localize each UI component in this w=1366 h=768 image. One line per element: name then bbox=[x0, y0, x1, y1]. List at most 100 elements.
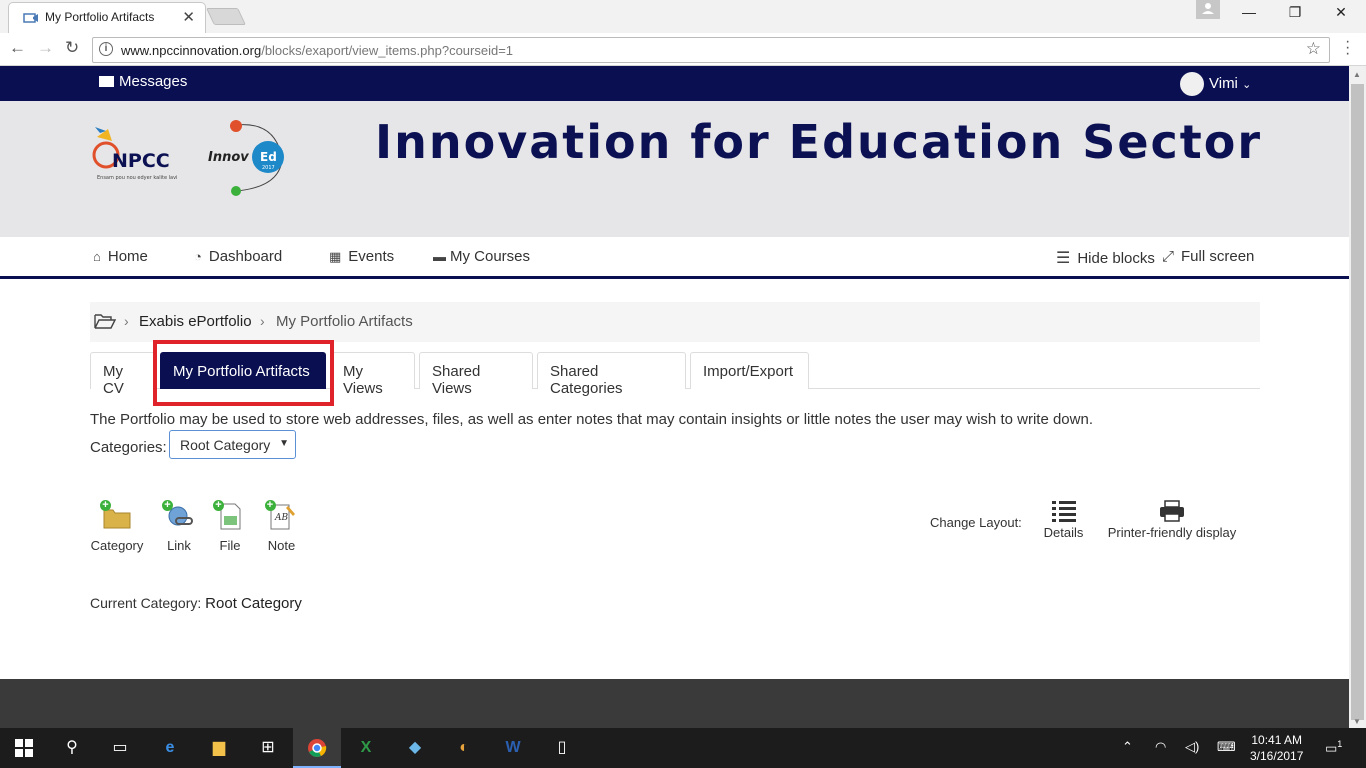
page-favicon-icon bbox=[23, 13, 38, 23]
svg-text:Ensam pou nou edyer kalite lav: Ensam pou nou edyer kalite lavi bbox=[97, 175, 177, 181]
close-window-button[interactable]: ✕ bbox=[1318, 4, 1364, 26]
add-category-button[interactable]: + Category bbox=[90, 500, 144, 554]
nav-home[interactable]: ⌂ Home bbox=[93, 248, 148, 265]
excel-icon[interactable]: X bbox=[342, 728, 390, 768]
system-clock[interactable]: 10:41 AM 3/16/2017 bbox=[1250, 732, 1303, 764]
add-file-button[interactable]: + File bbox=[213, 500, 246, 553]
site-banner: NPCC Ensam pou nou edyer kalite lavi Ed … bbox=[0, 101, 1349, 237]
add-file-icon: + bbox=[213, 500, 245, 530]
hide-blocks-button[interactable]: ☰ Hide blocks bbox=[1056, 248, 1155, 268]
paint-icon[interactable]: ◐ bbox=[440, 728, 488, 768]
breadcrumb-current: My Portfolio Artifacts bbox=[276, 313, 413, 330]
main-navigation: ⌂ Home ◔ Dashboard ▦ Events ▬ My Courses ☰ Hi… bbox=[0, 237, 1349, 279]
scrollbar-thumb[interactable] bbox=[1351, 84, 1364, 720]
browser-tab-strip: My Portfolio Artifacts ✕ — ❐ ✕ bbox=[0, 0, 1366, 33]
task-view-icon[interactable]: ▭ bbox=[96, 728, 144, 768]
browser-tab-title: My Portfolio Artifacts bbox=[45, 10, 155, 24]
breadcrumb: › Exabis ePortfolio › My Portfolio Artif… bbox=[90, 302, 1260, 342]
svg-text:NPCC: NPCC bbox=[112, 150, 170, 172]
windows-taskbar: ⚲ ▭ e ▆ ⊞ X ◆ ◐ W ▯ ⌃ ◠ ◁) ⌨ 10:41 AM 3/… bbox=[0, 728, 1366, 768]
scroll-up-arrow-icon[interactable]: ▲ bbox=[1353, 70, 1361, 79]
minimize-window-button[interactable]: — bbox=[1226, 4, 1272, 26]
scroll-down-arrow-icon[interactable]: ▼ bbox=[1353, 717, 1361, 726]
current-category: Current Category: Root Category bbox=[90, 595, 302, 612]
windows-start-icon[interactable] bbox=[0, 728, 48, 768]
current-category-value: Root Category bbox=[205, 595, 302, 612]
svg-text:AB: AB bbox=[274, 513, 288, 523]
breadcrumb-separator: › bbox=[124, 313, 129, 329]
address-bar[interactable]: i www.npccinnovation.org/blocks/exaport/… bbox=[92, 37, 1330, 63]
tab-import-export[interactable]: Import/Export bbox=[690, 352, 809, 389]
file-explorer-icon[interactable]: ▆ bbox=[195, 728, 243, 768]
forward-arrow-icon[interactable]: → bbox=[37, 38, 54, 58]
app-icon[interactable]: ◆ bbox=[391, 728, 439, 768]
calendar-icon: ▦ bbox=[329, 249, 342, 264]
add-link-button[interactable]: + Link bbox=[162, 500, 195, 553]
full-screen-button[interactable]: ⤢ Full screen bbox=[1162, 248, 1254, 265]
edge-browser-icon[interactable]: e bbox=[146, 728, 194, 768]
add-link-icon: + bbox=[162, 500, 194, 530]
add-note-button[interactable]: AB + Note bbox=[264, 500, 298, 553]
nav-events[interactable]: ▦ Events bbox=[329, 248, 394, 265]
volume-icon[interactable]: ◁) bbox=[1185, 739, 1199, 755]
new-tab-button[interactable] bbox=[206, 8, 246, 25]
tab-shared-views[interactable]: Shared Views bbox=[419, 352, 533, 397]
nav-dashboard[interactable]: ◔ Dashboard bbox=[194, 248, 282, 265]
browser-menu-icon[interactable]: · · · bbox=[1345, 34, 1350, 62]
portfolio-intro-text: The Portfolio may be used to store web a… bbox=[90, 411, 1093, 428]
add-folder-icon: + bbox=[100, 500, 132, 530]
page-scrollbar[interactable]: ▲ ▼ bbox=[1349, 66, 1366, 728]
tab-shared-categories[interactable]: Shared Categories bbox=[537, 352, 686, 397]
user-menu[interactable]: Vimi ⌄ bbox=[1180, 72, 1251, 96]
folder-open-icon[interactable] bbox=[94, 313, 116, 330]
categories-label: Categories: bbox=[90, 439, 167, 456]
word-icon[interactable]: W bbox=[489, 728, 537, 768]
search-icon[interactable]: ⚲ bbox=[48, 728, 96, 768]
tab-my-views[interactable]: My Views bbox=[330, 352, 415, 397]
url-text: www.npccinnovation.org/blocks/exaport/vi… bbox=[121, 43, 514, 58]
wifi-icon[interactable]: ◠ bbox=[1155, 739, 1166, 755]
npcc-logo[interactable]: NPCC Ensam pou nou edyer kalite lavi bbox=[92, 127, 187, 187]
breadcrumb-exabis-eportfolio[interactable]: Exabis ePortfolio bbox=[139, 313, 252, 330]
list-indent-icon: ☰ bbox=[1056, 250, 1071, 267]
notifications-icon[interactable]: ▭1 bbox=[1325, 739, 1342, 756]
site-top-bar: Messages Vimi ⌄ bbox=[0, 66, 1349, 101]
store-icon[interactable]: ⊞ bbox=[244, 728, 292, 768]
category-select[interactable]: Root Category ▼ bbox=[169, 430, 296, 459]
keyboard-icon[interactable]: ⌨ bbox=[1217, 739, 1236, 755]
highlight-annotation-box bbox=[153, 340, 334, 406]
svg-text:Ed: Ed bbox=[260, 150, 277, 164]
close-tab-icon[interactable]: ✕ bbox=[182, 8, 195, 26]
bookmark-star-icon[interactable]: ☆ bbox=[1306, 39, 1321, 59]
show-hidden-icons-icon[interactable]: ⌃ bbox=[1122, 739, 1133, 755]
messages-link[interactable]: Messages bbox=[99, 73, 187, 90]
browser-tab[interactable]: My Portfolio Artifacts ✕ bbox=[8, 2, 206, 33]
details-layout-button[interactable]: Details bbox=[1042, 500, 1085, 540]
svg-text:Innov: Innov bbox=[208, 150, 249, 165]
tab-my-cv[interactable]: My CV bbox=[90, 352, 156, 397]
browser-toolbar: ← → ↻ i www.npccinnovation.org/blocks/ex… bbox=[0, 33, 1366, 66]
reload-icon[interactable]: ↻ bbox=[65, 38, 79, 58]
page-footer bbox=[0, 679, 1349, 728]
chevron-down-icon: ⌄ bbox=[1242, 78, 1252, 91]
innoved-logo[interactable]: Ed 2017 Innov bbox=[206, 117, 288, 199]
profile-icon[interactable] bbox=[1196, 0, 1220, 19]
site-headline: Innovation for Education Sector bbox=[375, 115, 1263, 169]
add-note-icon: AB + bbox=[264, 500, 297, 530]
restore-window-button[interactable]: ❐ bbox=[1272, 4, 1318, 26]
back-arrow-icon[interactable]: ← bbox=[9, 38, 26, 58]
home-icon: ⌂ bbox=[93, 249, 101, 264]
site-info-icon[interactable]: i bbox=[99, 42, 113, 56]
list-icon bbox=[1051, 501, 1076, 522]
briefcase-icon: ▬ bbox=[433, 249, 446, 264]
printer-friendly-button[interactable]: Printer-friendly display bbox=[1103, 500, 1241, 540]
chrome-icon[interactable] bbox=[293, 728, 341, 768]
avatar bbox=[1180, 72, 1204, 96]
notepad-icon[interactable]: ▯ bbox=[538, 728, 586, 768]
user-name: Vimi bbox=[1209, 74, 1238, 92]
dashboard-icon: ◔ bbox=[194, 249, 202, 264]
change-layout-label: Change Layout: bbox=[930, 515, 1022, 530]
nav-my-courses[interactable]: ▬ My Courses bbox=[433, 248, 530, 265]
dropdown-caret-icon: ▼ bbox=[279, 438, 289, 449]
breadcrumb-separator: › bbox=[260, 313, 265, 329]
